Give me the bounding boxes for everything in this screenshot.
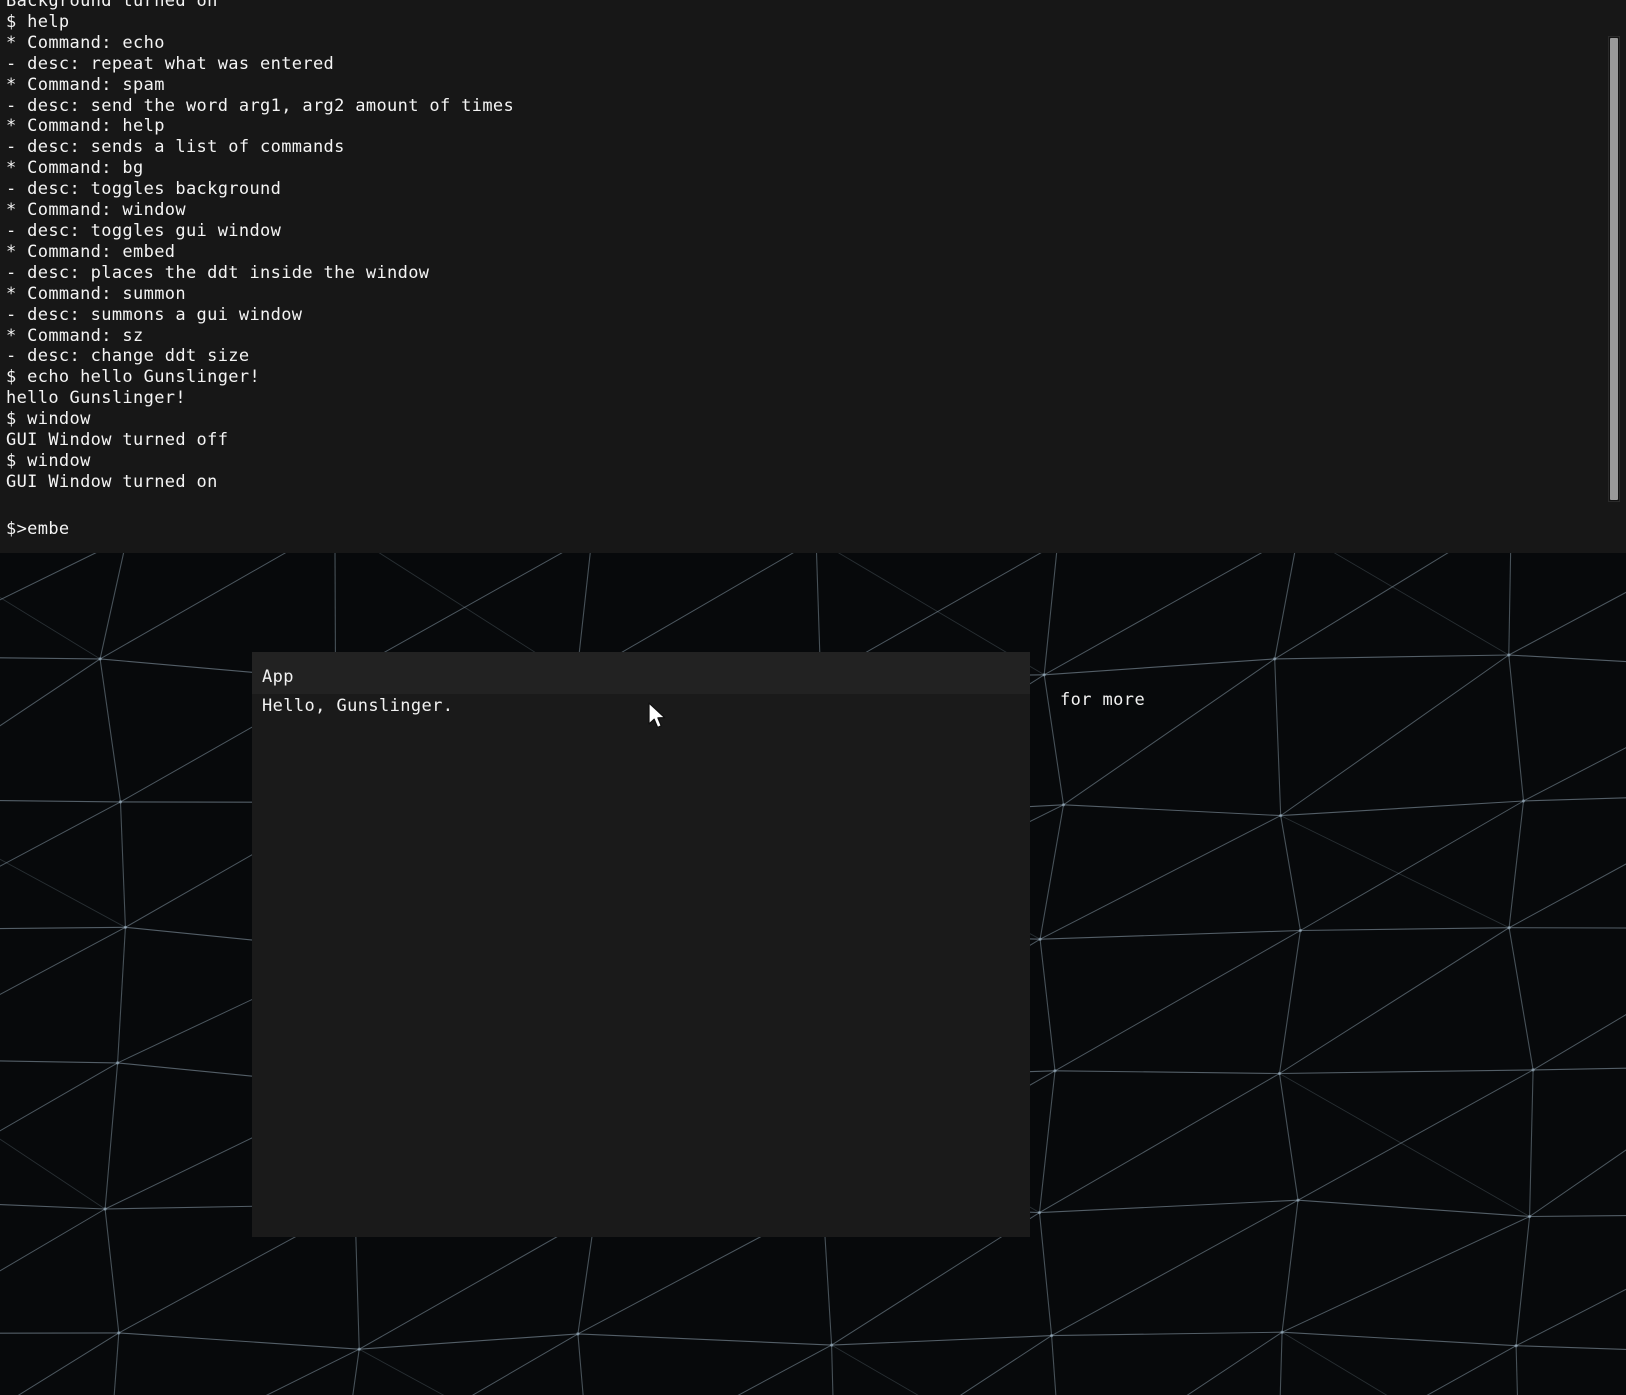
console-scrollbar-track[interactable] xyxy=(1608,36,1620,502)
app-window-message: Hello, Gunslinger. xyxy=(262,696,454,716)
console-scrollbar-thumb[interactable] xyxy=(1610,38,1618,500)
console-log-line: - desc: toggles background xyxy=(6,179,282,200)
console-log-line: * Command: window xyxy=(6,200,186,221)
application-root: for more App Hello, Gunslinger. Backgrou… xyxy=(0,0,1626,1395)
console-log-line: * Command: summon xyxy=(6,283,186,304)
console-log-line: * Command: bg xyxy=(6,158,144,179)
console-log-line: GUI Window turned off xyxy=(6,430,229,451)
console-log-line: * Command: sz xyxy=(6,325,144,346)
console-log-line: * Command: help xyxy=(6,116,165,137)
console-log-line: Background turned on xyxy=(6,0,218,11)
console-log-line: * Command: embed xyxy=(6,241,176,262)
console-log-line: * Command: echo xyxy=(6,32,165,53)
console-log-line: - desc: sends a list of commands xyxy=(6,137,345,158)
console-log-line: - desc: repeat what was entered xyxy=(6,53,335,74)
console-log-line: - desc: change ddt size xyxy=(6,346,250,367)
app-window-header[interactable] xyxy=(252,652,1030,694)
app-window-panel[interactable]: App Hello, Gunslinger. xyxy=(252,652,1030,1237)
app-window-title: App xyxy=(262,667,294,687)
console-log-line: GUI Window turned on xyxy=(6,471,218,492)
console-log-line: - desc: places the ddt inside the window xyxy=(6,262,430,283)
developer-console-overlay[interactable]: Background turned on $ help * Command: ech… xyxy=(0,0,1626,553)
console-log-line: $ window xyxy=(6,450,91,471)
console-log-line: - desc: toggles gui window xyxy=(6,220,282,241)
console-input-line[interactable]: $>embe xyxy=(6,519,70,540)
console-log-line: $ help xyxy=(6,11,70,32)
console-log-line: * Command: spam xyxy=(6,74,165,95)
console-log-line: - desc: send the word arg1, arg2 amount … xyxy=(6,95,515,116)
console-log-line: - desc: summons a gui window xyxy=(6,304,303,325)
console-log-output: Background turned on $ help * Command: ech… xyxy=(0,0,1580,493)
console-log-line: $ echo hello Gunslinger! xyxy=(6,367,261,388)
console-log-line: hello Gunslinger! xyxy=(6,388,186,409)
scene-overlay-text: for more xyxy=(1060,690,1146,710)
app-window-body: Hello, Gunslinger. xyxy=(252,694,1030,1237)
console-log-line: $ window xyxy=(6,409,91,430)
